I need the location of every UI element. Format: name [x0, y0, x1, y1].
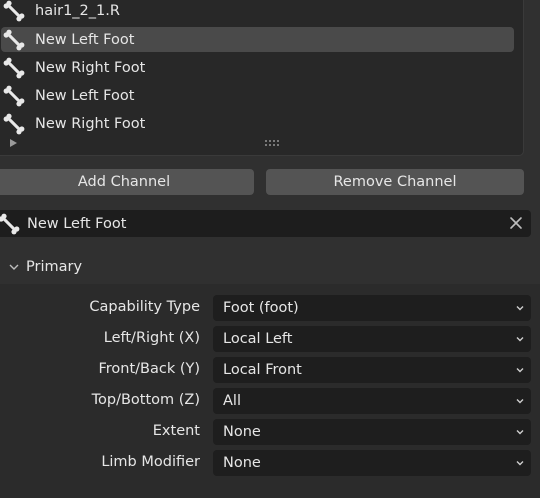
list-item-label: New Right Foot	[35, 59, 146, 76]
bone-icon	[3, 57, 25, 78]
close-icon[interactable]	[509, 216, 523, 230]
dropdown-value: None	[223, 424, 261, 440]
top-bottom-dropdown[interactable]: All	[213, 388, 531, 414]
prop-label-front-back: Front/Back (Y)	[98, 361, 200, 377]
front-back-dropdown[interactable]: Local Front	[213, 357, 531, 383]
list-item-label: hair1_2_1.R	[35, 2, 120, 19]
prop-label-capability-type: Capability Type	[89, 299, 200, 315]
channel-name-value: New Left Foot	[27, 215, 127, 232]
remove-channel-button[interactable]: Remove Channel	[266, 169, 524, 195]
bone-icon	[3, 113, 25, 134]
chevron-down-icon	[516, 368, 524, 373]
bone-icon	[0, 213, 20, 234]
capability-type-dropdown[interactable]: Foot (foot)	[213, 295, 531, 321]
bone-icon	[3, 29, 25, 50]
prop-label-limb-modifier: Limb Modifier	[101, 454, 200, 470]
list-item-label: New Left Foot	[35, 31, 135, 48]
dropdown-value: All	[223, 393, 241, 409]
dropdown-value: Local Left	[223, 331, 293, 347]
section-header-primary[interactable]: Primary	[0, 252, 540, 282]
add-channel-button[interactable]: Add Channel	[0, 169, 254, 195]
chevron-down-icon	[516, 337, 524, 342]
list-item[interactable]: hair1_2_1.R	[1, 0, 514, 23]
bone-icon	[3, 0, 25, 21]
disclosure-triangle-icon[interactable]	[10, 139, 17, 147]
chevron-down-icon	[516, 430, 524, 435]
chevron-down-icon	[516, 461, 524, 466]
list-item-label: New Right Foot	[35, 115, 146, 132]
dropdown-value: Foot (foot)	[223, 300, 299, 316]
resize-grip-icon[interactable]	[265, 140, 283, 148]
left-right-dropdown[interactable]: Local Left	[213, 326, 531, 352]
prop-label-extent: Extent	[152, 423, 200, 439]
bone-icon	[3, 85, 25, 106]
chevron-down-icon	[9, 264, 19, 270]
list-item[interactable]: New Left Foot	[1, 83, 514, 108]
dropdown-value: Local Front	[223, 362, 302, 378]
section-title: Primary	[26, 259, 83, 275]
extent-dropdown[interactable]: None	[213, 419, 531, 445]
prop-label-top-bottom: Top/Bottom (Z)	[91, 392, 200, 408]
prop-label-left-right: Left/Right (X)	[103, 330, 200, 346]
list-item[interactable]: New Right Foot	[1, 111, 514, 136]
dropdown-value: None	[223, 455, 261, 471]
chevron-down-icon	[516, 399, 524, 404]
chevron-down-icon	[516, 306, 524, 311]
channel-name-field[interactable]: New Left Foot	[0, 210, 531, 237]
primary-section-body: Capability Type Foot (foot) Left/Right (…	[0, 284, 540, 498]
list-item[interactable]: New Right Foot	[1, 55, 514, 80]
limb-modifier-dropdown[interactable]: None	[213, 450, 531, 476]
channel-list: hair1_2_1.R New Left Foot New Right Foot…	[0, 0, 524, 156]
list-item-label: New Left Foot	[35, 87, 135, 104]
list-item-selected[interactable]: New Left Foot	[1, 27, 514, 52]
